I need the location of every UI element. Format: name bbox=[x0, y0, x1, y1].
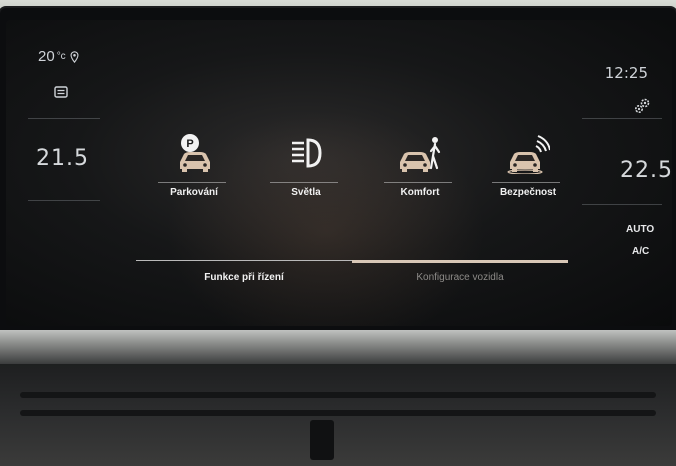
outside-temperature: 20 °c bbox=[38, 48, 79, 65]
tile-lights[interactable]: Světla bbox=[264, 132, 344, 218]
divider bbox=[582, 118, 662, 119]
car-person-icon bbox=[400, 137, 441, 172]
tile-comfort[interactable]: Komfort bbox=[378, 132, 458, 218]
dashboard-trim bbox=[0, 330, 676, 364]
tab-driving-functions[interactable]: Funkce při řízení bbox=[136, 260, 352, 300]
headlight-icon bbox=[292, 138, 322, 168]
svg-text:P: P bbox=[186, 138, 193, 150]
air-vent-slot bbox=[20, 392, 656, 398]
tab-vehicle-configuration[interactable]: Konfigurace vozidla bbox=[352, 260, 568, 300]
tile-parking[interactable]: P Parkování bbox=[152, 132, 232, 218]
tile-underline bbox=[384, 182, 452, 183]
ac-button[interactable]: A/C bbox=[632, 246, 649, 257]
tab-indicator bbox=[136, 260, 352, 261]
divider bbox=[28, 200, 100, 201]
vent-knob bbox=[310, 420, 334, 460]
rear-defrost-icon[interactable] bbox=[54, 86, 68, 98]
tile-underline bbox=[492, 182, 560, 183]
bottom-tab-bar: Funkce při řízení Konfigurace vozidla bbox=[136, 260, 568, 300]
tile-label: Parkování bbox=[170, 187, 218, 198]
driver-temp-setting[interactable]: 21.5 bbox=[36, 146, 89, 171]
left-climate-panel: 20 °c 21.5 bbox=[6, 20, 116, 326]
tab-label: Funkce při řízení bbox=[204, 272, 284, 283]
clock: 12:25 bbox=[604, 64, 648, 82]
divider bbox=[582, 204, 662, 205]
tile-underline bbox=[270, 182, 338, 183]
right-climate-panel: 12:25 22.5 AUTO A/C bbox=[572, 20, 672, 326]
passenger-temp-setting[interactable]: 22.5 bbox=[620, 158, 672, 183]
auto-climate-button[interactable]: AUTO bbox=[626, 224, 654, 235]
tile-label: Světla bbox=[291, 187, 321, 198]
divider bbox=[28, 118, 100, 119]
tile-label: Bezpečnost bbox=[499, 187, 557, 198]
car-safety-icon bbox=[507, 135, 550, 174]
infotainment-screen: 20 °c 21.5 12:25 22.5 AUTO A/C P Parková… bbox=[6, 20, 672, 326]
location-pin-icon bbox=[70, 50, 79, 63]
parking-car-icon: P bbox=[180, 134, 210, 172]
function-tiles: P Parkování Světla Komfort Bezpečnost bbox=[152, 132, 572, 222]
settings-gears-icon[interactable] bbox=[634, 98, 652, 114]
tab-label: Konfigurace vozidla bbox=[416, 272, 504, 283]
outside-temp-unit: °c bbox=[56, 51, 66, 62]
outside-temp-value: 20 bbox=[38, 48, 55, 65]
tile-label: Komfort bbox=[400, 187, 440, 198]
tab-indicator-active bbox=[352, 260, 568, 263]
tile-underline bbox=[158, 182, 226, 183]
air-vent-slot bbox=[20, 410, 656, 416]
tile-safety[interactable]: Bezpečnost bbox=[486, 132, 566, 218]
